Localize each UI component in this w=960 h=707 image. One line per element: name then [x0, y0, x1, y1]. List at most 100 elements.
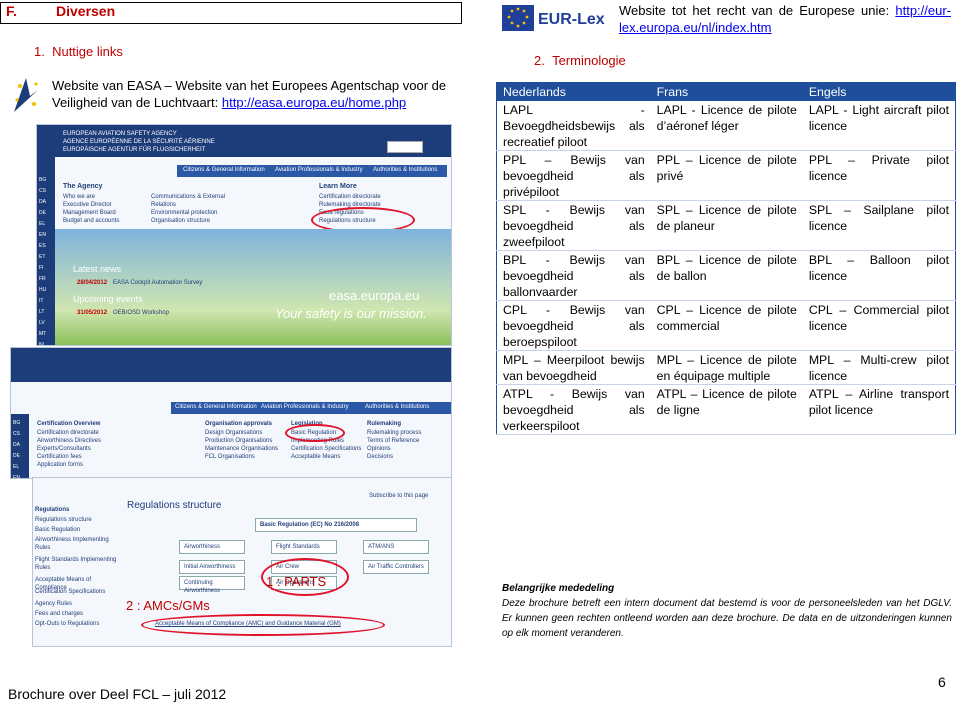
notice-title: Belangrijke mededeling: [502, 583, 615, 594]
nav2-professionals[interactable]: Aviation Professionals & Industry: [261, 404, 349, 410]
news-item[interactable]: EASA Cockpit Automation Survey: [113, 279, 202, 287]
table-row: SPL - Bewijs van bevoegdheid als zweefpi…: [496, 200, 956, 251]
search-input[interactable]: [387, 141, 423, 153]
sidebar-basic-regulation[interactable]: Basic Regulation: [35, 526, 80, 534]
nav2-citizens[interactable]: Citizens & General Information: [175, 404, 257, 410]
learn-link-1[interactable]: Certification directorate: [319, 193, 381, 201]
agency-name: EUROPEAN AVIATION SAFETY AGENCY: [63, 131, 177, 137]
cell-fr: BPL – Licence de pilote de ballon: [650, 250, 803, 301]
comm-link-2[interactable]: Relations: [151, 201, 176, 209]
easa-link[interactable]: http://easa.europa.eu/home.php: [222, 95, 406, 110]
event-item[interactable]: OEB/OSD Workshop: [113, 309, 169, 317]
agency-link-4[interactable]: Budget and accounts: [63, 217, 119, 225]
slogan-url: easa.europa.eu: [329, 288, 420, 303]
sidebar-fees[interactable]: Fees and charges: [35, 610, 83, 618]
nav-item-authorities[interactable]: Authorities & Institutions: [373, 167, 437, 173]
news-date: 28/04/2012: [77, 280, 108, 286]
the-agency-title: The Agency: [63, 183, 103, 190]
nav2-authorities[interactable]: Authorities & Institutions: [365, 404, 429, 410]
rule-link-4[interactable]: Decisions: [367, 453, 393, 461]
cell-fr: SPL – Licence de pilote de planeur: [650, 200, 803, 251]
slogan: Your safety is our mission.: [275, 306, 427, 321]
leg-link-4[interactable]: Acceptable Means: [291, 453, 340, 461]
subscribe-link[interactable]: Subscribe to this page: [369, 492, 428, 500]
cell-en: PPL – Private pilot licence: [802, 150, 956, 201]
cell-en: CPL – Commercial pilot licence: [802, 300, 956, 351]
cell-fr: LAPL - Licence de pilote d’aéronef léger: [650, 101, 803, 151]
notice-body: Deze brochure betreft een intern documen…: [502, 598, 952, 639]
agency-link-2[interactable]: Executive Director: [63, 201, 112, 209]
section-2-title: Terminologie: [552, 53, 626, 68]
top-navbar-2: Citizens & General Information Aviation …: [171, 402, 451, 414]
sidebar-opt-outs[interactable]: Opt-Outs to Regulations: [35, 620, 99, 628]
nav-item-citizens[interactable]: Citizens & General Information: [183, 167, 265, 173]
org-link-1[interactable]: Design Organisations: [205, 429, 262, 437]
box-initial-airworthiness[interactable]: Initial Airworthiness: [179, 560, 245, 574]
org-link-4[interactable]: FCL Organisations: [205, 453, 255, 461]
box-continuing-airworthiness[interactable]: Continuing Airworthiness: [179, 576, 245, 594]
easa-professionals-screenshot: BGCSDADEELENES Citizens & General Inform…: [10, 347, 452, 479]
top-navbar: Citizens & General Information Aviation …: [177, 165, 447, 177]
org-approvals-title: Organisation approvals: [205, 421, 273, 427]
agency-link-3[interactable]: Management Board: [63, 209, 116, 217]
cert-link-2[interactable]: Airworthiness Directives: [37, 437, 101, 445]
box-atm-ans[interactable]: ATM/ANS: [363, 540, 429, 554]
comm-link-4[interactable]: Organisation structure: [151, 217, 210, 225]
comm-link-3[interactable]: Environmental protection: [151, 209, 217, 217]
leg-link-3[interactable]: Certification Specifications: [291, 445, 361, 453]
sidebar-regulations[interactable]: Regulations: [35, 506, 69, 514]
basic-regulation-label: Basic Regulation (EC) No 216/2008: [260, 522, 360, 528]
rule-link-1[interactable]: Rulemaking process: [367, 429, 421, 437]
sidebar-agency-rules[interactable]: Agency Rules: [35, 600, 72, 608]
cert-link-5[interactable]: Application forms: [37, 461, 83, 469]
cell-en: SPL – Sailplane pilot licence: [802, 200, 956, 251]
sidebar-cs[interactable]: Certification Specifications: [35, 588, 105, 596]
box-airworthiness-label: Airworthiness: [184, 544, 221, 550]
upcoming-events-title: Upcoming events: [73, 294, 143, 304]
red-highlight-ellipse-2: [285, 424, 345, 442]
easa-banner-2: [11, 348, 451, 382]
box-continuing-airworthiness-label: Continuing Airworthiness: [184, 580, 221, 594]
org-link-3[interactable]: Maintenance Organisations: [205, 445, 278, 453]
page-number: 6: [938, 674, 946, 690]
sidebar-structure[interactable]: Regulations structure: [35, 516, 92, 524]
sidebar-flight-standards-ir[interactable]: Flight Standards Implementing Rules: [35, 556, 119, 572]
cell-nl: MPL – Meerpiloot bewijs van bevoegdheid: [496, 350, 651, 385]
footer-title: Brochure over Deel FCL – juli 2012: [8, 686, 227, 702]
important-notice: Belangrijke mededeling Deze brochure bet…: [502, 581, 952, 641]
header-title: Diversen: [56, 3, 116, 19]
comm-link-1[interactable]: Communications & External: [151, 193, 225, 201]
table-header-row: Nederlands Frans Engels: [496, 82, 956, 101]
rule-link-3[interactable]: Opinions: [367, 445, 391, 453]
org-link-2[interactable]: Production Organisations: [205, 437, 272, 445]
basic-regulation-box[interactable]: Basic Regulation (EC) No 216/2008: [255, 518, 417, 532]
easa-homepage-screenshot: BGCSDADEELENESETFIFRHUITLTLVMTNLPLPTROSK…: [36, 124, 452, 346]
nav-item-professionals[interactable]: Aviation Professionals & Industry: [275, 167, 363, 173]
sidebar-airworthiness-ir[interactable]: Airworthiness Implementing Rules: [35, 536, 119, 552]
header-letter: F.: [6, 3, 17, 19]
table-row: ATPL - Bewijs van bevoegdheid als verkee…: [496, 384, 956, 435]
agency-link-1[interactable]: Who we are: [63, 193, 95, 201]
cert-link-1[interactable]: Certification directorate: [37, 429, 99, 437]
rule-link-2[interactable]: Terms of Reference: [367, 437, 419, 445]
cell-fr: MPL – Licence de pilote en équipage mult…: [650, 350, 803, 385]
box-airworthiness[interactable]: Airworthiness: [179, 540, 245, 554]
regulations-page-title: Regulations structure: [127, 500, 222, 511]
eurlex-logo: EUR-Lex: [502, 5, 605, 31]
box-atc-label: Air Traffic Controllers: [368, 564, 424, 570]
box-flight-standards[interactable]: Flight Standards: [271, 540, 337, 554]
red-highlight-ellipse-4: [141, 614, 385, 636]
cell-nl: PPL – Bewijs van bevoegdheid als privépi…: [496, 150, 651, 201]
cell-fr: PPL – Licence de pilote privé: [650, 150, 803, 201]
cert-link-3[interactable]: Experts/Consultants: [37, 445, 91, 453]
eurlex-link-paragraph: Website tot het recht van de Europese un…: [619, 2, 951, 36]
eurlex-logo-text: EUR-Lex: [538, 11, 605, 28]
cell-nl: CPL - Bewijs van bevoegdheid als beroeps…: [496, 300, 651, 351]
cert-link-4[interactable]: Certification fees: [37, 453, 82, 461]
table-row: PPL – Bewijs van bevoegdheid als privépi…: [496, 150, 956, 201]
cell-nl: BPL - Bewijs van bevoegdheid als ballonv…: [496, 250, 651, 301]
agency-name-de: EUROPÄISCHE AGENTUR FÜR FLUGSICHERHEIT: [63, 147, 206, 153]
regulations-structure-screenshot: Regulations structure Subscribe to this …: [32, 477, 452, 647]
box-atc[interactable]: Air Traffic Controllers: [363, 560, 429, 574]
table-row: MPL – Meerpiloot bewijs van bevoegdheid …: [496, 350, 956, 385]
